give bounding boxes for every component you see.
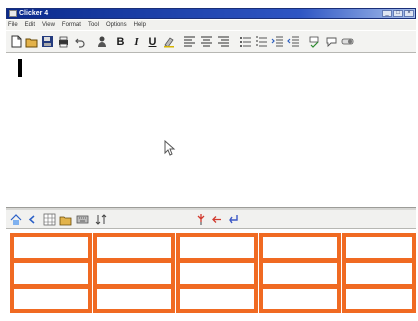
grid-cell[interactable] (176, 233, 258, 262)
menu-edit[interactable]: Edit (25, 21, 35, 29)
indent-decrease-icon[interactable] (287, 35, 300, 48)
indent-increase-icon[interactable] (271, 35, 284, 48)
bullets-icon[interactable] (239, 35, 252, 48)
grid-toolbar (6, 210, 416, 229)
arrow-left-icon[interactable] (211, 213, 224, 226)
grid-cell[interactable] (259, 285, 341, 313)
maximize-button[interactable]: □ (393, 10, 403, 17)
back-icon[interactable] (26, 213, 39, 226)
minimize-button[interactable]: _ (382, 10, 392, 17)
numbering-icon[interactable] (255, 35, 268, 48)
undo-icon[interactable] (74, 35, 87, 48)
underline-icon[interactable]: U (146, 35, 159, 48)
grid-cell[interactable] (10, 259, 92, 288)
home-icon[interactable] (10, 213, 23, 226)
comment-icon[interactable] (325, 35, 338, 48)
toggle-icon[interactable] (341, 35, 354, 48)
grid-cell[interactable] (10, 285, 92, 313)
new-document-icon[interactable] (10, 35, 23, 48)
pin-icon[interactable] (195, 213, 208, 226)
grid-cell[interactable] (93, 285, 175, 313)
grid-cell[interactable] (10, 233, 92, 262)
menu-format[interactable]: Format (62, 21, 81, 29)
menu-bar: File Edit View Format Tool Options Help (6, 20, 416, 30)
clicker-grid (6, 231, 416, 313)
grid-cell[interactable] (259, 233, 341, 262)
speech-icon[interactable] (96, 35, 109, 48)
menu-tool[interactable]: Tool (88, 21, 99, 29)
align-left-icon[interactable] (183, 35, 196, 48)
align-right-icon[interactable] (217, 35, 230, 48)
text-caret (18, 59, 22, 77)
folder-icon[interactable] (59, 213, 72, 226)
grid-cell[interactable] (342, 285, 416, 313)
enter-icon[interactable] (227, 213, 240, 226)
grid-cell[interactable] (93, 259, 175, 288)
menu-file[interactable]: File (8, 21, 18, 29)
window-controls: _ □ × (382, 10, 414, 18)
open-folder-icon[interactable] (25, 35, 38, 48)
grid-cell[interactable] (342, 233, 416, 262)
close-button[interactable]: × (404, 10, 414, 17)
grid-cell[interactable] (259, 259, 341, 288)
save-icon[interactable] (41, 35, 54, 48)
menu-view[interactable]: View (42, 21, 55, 29)
sort-icon[interactable] (95, 213, 108, 226)
window-title: Clicker 4 (19, 10, 49, 17)
document-editor[interactable] (6, 54, 416, 207)
spellcheck-icon[interactable] (308, 35, 321, 48)
mouse-pointer-icon (163, 139, 177, 157)
keyboard-icon[interactable] (76, 213, 89, 226)
menu-options[interactable]: Options (106, 21, 127, 29)
title-bar: Clicker 4 _ □ × (6, 8, 416, 19)
align-center-icon[interactable] (200, 35, 213, 48)
grid-cell[interactable] (176, 285, 258, 313)
main-toolbar: B I U (6, 31, 416, 53)
highlight-icon[interactable] (163, 35, 176, 48)
menu-help[interactable]: Help (134, 21, 146, 29)
clicker-window: Clicker 4 _ □ × File Edit View Format To… (0, 0, 418, 321)
italic-icon[interactable]: I (130, 35, 143, 48)
grid-cell[interactable] (176, 259, 258, 288)
app-icon (9, 10, 17, 17)
grid-cell[interactable] (93, 233, 175, 262)
grid-cell[interactable] (342, 259, 416, 288)
print-icon[interactable] (57, 35, 70, 48)
grid-icon[interactable] (43, 213, 56, 226)
bold-icon[interactable]: B (114, 35, 127, 48)
